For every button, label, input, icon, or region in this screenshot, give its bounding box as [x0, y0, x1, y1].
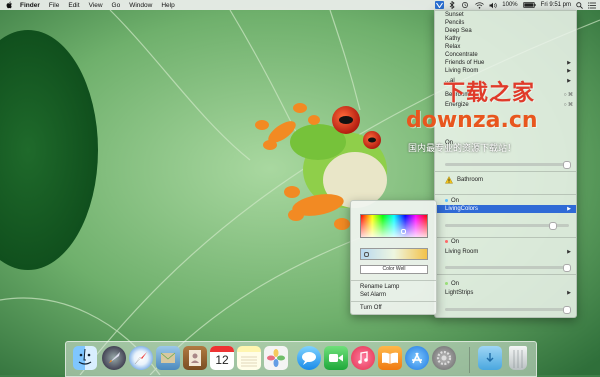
- photos-icon[interactable]: [264, 346, 288, 370]
- slider-thumb[interactable]: [563, 264, 571, 272]
- livingcolors-brightness-slider[interactable]: [445, 222, 569, 230]
- messages-icon[interactable]: [297, 346, 321, 370]
- color-temperature-bar[interactable]: [360, 248, 428, 260]
- menu-finder[interactable]: Finder: [20, 2, 40, 9]
- lightstrips-on-toggle[interactable]: On: [435, 280, 576, 288]
- watermark-title: 下载之家: [443, 81, 536, 106]
- slider-thumb[interactable]: [563, 306, 571, 314]
- notification-center-icon[interactable]: [588, 1, 596, 9]
- shortcut-icon: ○ ⌘: [563, 102, 573, 108]
- menu-edit[interactable]: Edit: [68, 2, 79, 9]
- app-store-icon[interactable]: [405, 346, 429, 370]
- menu-item-livingcolors[interactable]: LivingColors ▶: [435, 205, 576, 213]
- battery-percent[interactable]: 100%: [502, 2, 517, 8]
- mail-icon[interactable]: [156, 346, 180, 370]
- time-machine-icon[interactable]: [460, 2, 470, 8]
- scene-living-room[interactable]: Living Room ▶: [435, 67, 576, 75]
- submenu-arrow-icon: ▶: [567, 60, 571, 66]
- lamp-color-submenu: Color Well Rename Lamp Set Alarm Turn Of…: [350, 200, 437, 315]
- temperature-picker-handle[interactable]: [364, 252, 369, 257]
- bluetooth-icon[interactable]: [449, 1, 455, 9]
- rename-lamp-item[interactable]: Rename Lamp: [360, 284, 399, 290]
- friends-of-hue[interactable]: Friends of Hue ▶: [435, 59, 576, 67]
- menu-help[interactable]: Help: [161, 2, 174, 9]
- slider-thumb[interactable]: [549, 222, 557, 230]
- menu-separator: [351, 280, 436, 281]
- color-picker-handle[interactable]: [401, 229, 406, 234]
- hue-dropdown-menu: Sunset Pencils Deep Sea Kathy Relax Conc…: [434, 10, 577, 318]
- spotlight-search-icon[interactable]: [576, 1, 583, 9]
- calendar-icon[interactable]: 12: [210, 346, 234, 370]
- scene-relax[interactable]: Relax: [435, 43, 576, 51]
- menu-file[interactable]: File: [49, 2, 59, 9]
- menu-view[interactable]: View: [89, 2, 103, 9]
- set-alarm-item[interactable]: Set Alarm: [360, 292, 386, 298]
- itunes-icon[interactable]: [351, 346, 375, 370]
- warning-icon: [445, 176, 453, 184]
- lightstrips-brightness-slider[interactable]: [445, 306, 571, 314]
- living-room-on-toggle[interactable]: On: [435, 238, 576, 246]
- livingcolors-on-toggle[interactable]: On: [435, 197, 576, 205]
- watermark-domain: downza.cn: [406, 108, 538, 133]
- lamp-color-icon: [445, 239, 448, 243]
- menu-separator: [351, 301, 436, 302]
- submenu-arrow-icon: ▶: [567, 68, 571, 74]
- slider-thumb[interactable]: [563, 161, 571, 169]
- menu-bar: Finder File Edit View Go Window Help 100…: [0, 0, 600, 10]
- facetime-icon[interactable]: [324, 346, 348, 370]
- submenu-arrow-icon: ▶: [567, 206, 571, 212]
- notes-icon[interactable]: [237, 346, 261, 370]
- menu-separator: [435, 274, 576, 275]
- menu-item-bathroom[interactable]: Bathroom: [435, 176, 576, 184]
- finder-icon[interactable]: [73, 346, 97, 370]
- menu-window[interactable]: Window: [129, 2, 152, 9]
- shortcut-icon: ○ ⌘: [563, 92, 573, 98]
- menu-separator: [435, 194, 576, 195]
- status-area: 100% Fri 9:51 pm: [430, 0, 596, 10]
- color-well-button[interactable]: Color Well: [360, 265, 428, 274]
- living-room-brightness-slider[interactable]: [445, 264, 571, 272]
- volume-icon[interactable]: [489, 2, 497, 9]
- wifi-icon[interactable]: [475, 1, 485, 9]
- clock[interactable]: Fri 9:51 pm: [541, 2, 571, 8]
- scene-sunset[interactable]: Sunset: [435, 11, 576, 19]
- scene-pencils[interactable]: Pencils: [435, 19, 576, 27]
- scene-deep-sea[interactable]: Deep Sea: [435, 27, 576, 35]
- color-spectrum-picker[interactable]: [360, 214, 428, 238]
- safari-icon[interactable]: [129, 346, 153, 370]
- contacts-icon[interactable]: [183, 346, 207, 370]
- watermark-slogan: 国内最专业的资源下载站！: [408, 144, 517, 154]
- scene-kathy[interactable]: Kathy: [435, 35, 576, 43]
- menu-item-living-room[interactable]: Living Room ▶: [435, 248, 576, 256]
- lamp-color-icon: [445, 198, 448, 202]
- menu-item-lightstrips[interactable]: LightStrips ▶: [435, 289, 576, 297]
- turn-off-item[interactable]: Turn Off: [360, 305, 382, 311]
- downloads-folder-icon[interactable]: [478, 346, 502, 370]
- battery-icon[interactable]: [522, 2, 536, 8]
- scene-concentrate[interactable]: Concentrate: [435, 51, 576, 59]
- dock: 12: [65, 341, 537, 377]
- menu-go[interactable]: Go: [112, 2, 121, 9]
- lamp-color-icon: [445, 281, 448, 285]
- brightness-slider[interactable]: [445, 161, 571, 169]
- dock-divider: [469, 347, 470, 373]
- submenu-arrow-icon: ▶: [567, 290, 571, 296]
- ibooks-icon[interactable]: [378, 346, 402, 370]
- launchpad-icon[interactable]: [102, 346, 126, 370]
- menu-separator: [435, 171, 576, 172]
- calendar-day: 12: [215, 353, 229, 367]
- apple-logo-icon[interactable]: [6, 1, 13, 9]
- trash-icon[interactable]: [509, 346, 527, 370]
- hue-menu-icon[interactable]: [435, 1, 445, 9]
- system-preferences-icon[interactable]: [432, 346, 456, 370]
- submenu-arrow-icon: ▶: [567, 78, 571, 84]
- submenu-arrow-icon: ▶: [567, 249, 571, 255]
